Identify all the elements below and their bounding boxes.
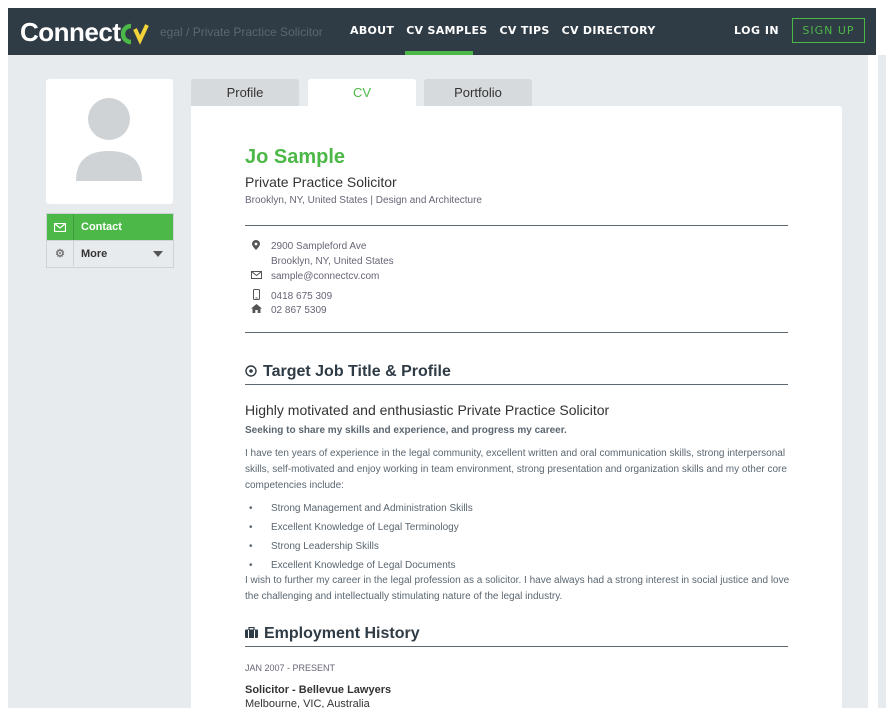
map-pin-icon <box>249 240 263 253</box>
email-row: sample@connectcv.com <box>249 271 379 282</box>
tab-portfolio[interactable]: Portfolio <box>424 79 532 106</box>
logo-text: Connect <box>20 17 121 47</box>
envelope-outline-icon <box>249 271 263 282</box>
divider <box>245 646 788 647</box>
more-dropdown[interactable]: ⚙ More <box>47 240 173 266</box>
address-line-2: Brooklyn, NY, United States <box>249 256 394 267</box>
gear-icon: ⚙ <box>47 241 74 266</box>
signup-button[interactable]: SIGN UP <box>792 18 865 43</box>
profile-intro: I have ten years of experience in the le… <box>245 448 787 491</box>
profile-actions: Contact ⚙ More <box>46 213 174 268</box>
briefcase-icon <box>245 626 258 641</box>
envelope-icon <box>47 214 74 240</box>
section-target-heading: Target Job Title & Profile <box>245 363 451 381</box>
mobile-number: 0418 675 309 <box>271 290 333 302</box>
divider <box>245 332 788 333</box>
target-icon <box>245 364 257 380</box>
list-item: • Excellent Knowledge of Legal Terminolog… <box>249 522 459 533</box>
nav-cv-directory[interactable]: CV DIRECTORY <box>562 24 656 37</box>
address-text-1: 2900 Sampleford Ave <box>271 241 367 252</box>
avatar <box>46 79 173 204</box>
nav-cv-tips[interactable]: CV TIPS <box>500 24 550 37</box>
competencies-list: • Strong Management and Administration Sk… <box>249 499 473 575</box>
more-label: More <box>81 247 108 260</box>
logo-cv-mark-icon <box>120 23 149 45</box>
tab-cv[interactable]: CV <box>308 79 416 106</box>
email-link[interactable]: sample@connectcv.com <box>271 271 379 282</box>
main-nav: ABOUT CV SAMPLES CV TIPS CV DIRECTORY <box>350 24 656 37</box>
cv-name: Jo Sample <box>245 146 346 168</box>
profile-headline: Highly motivated and enthusiastic Privat… <box>245 402 610 418</box>
address-line-1: 2900 Sampleford Ave <box>249 240 366 253</box>
section-employment-heading: Employment History <box>245 625 420 643</box>
chevron-down-icon <box>153 251 163 257</box>
divider <box>245 225 788 226</box>
cv-card: Jo Sample Private Practice Solicitor Bro… <box>191 106 842 708</box>
list-item: • Strong Management and Administration Sk… <box>249 503 473 514</box>
phone-row: 02 867 5309 <box>249 304 327 316</box>
mobile-row: 0418 675 309 <box>249 289 332 303</box>
contact-button[interactable]: Contact <box>47 214 173 240</box>
cv-location: Brooklyn, NY, United States | Design and… <box>245 195 482 206</box>
breadcrumb: egal / Private Practice Solicitor <box>160 25 323 39</box>
cv-job-title: Private Practice Solicitor <box>245 174 397 190</box>
nav-about[interactable]: ABOUT <box>350 24 394 37</box>
mobile-phone-icon <box>249 289 263 303</box>
divider <box>245 384 788 385</box>
profile-subheadline: Seeking to share my skills and experienc… <box>245 425 567 436</box>
contact-label: Contact <box>81 221 122 233</box>
login-link[interactable]: LOG IN <box>734 24 779 37</box>
phone-number: 02 867 5309 <box>271 304 327 316</box>
top-navbar: Connect egal / Private Practice Solicito… <box>8 8 876 55</box>
right-gutter <box>878 55 886 708</box>
section-employment-title: Employment History <box>264 625 420 642</box>
home-icon <box>249 304 263 316</box>
list-item: • Strong Leadership Skills <box>249 541 379 552</box>
address-text-2: Brooklyn, NY, United States <box>271 256 394 267</box>
nav-cv-samples[interactable]: CV SAMPLES <box>406 24 487 37</box>
connectcv-logo[interactable]: Connect <box>20 17 149 48</box>
tab-profile[interactable]: Profile <box>191 79 299 106</box>
user-silhouette-icon <box>76 98 142 181</box>
section-target-title: Target Job Title & Profile <box>263 363 451 380</box>
profile-closing: I wish to further my career in the legal… <box>245 575 790 602</box>
employment-role: Solicitor - Bellevue Lawyers <box>245 684 392 696</box>
employment-location: Melbourne, VIC, Australia <box>245 698 370 708</box>
employment-date: JAN 2007 - PRESENT <box>245 663 336 673</box>
